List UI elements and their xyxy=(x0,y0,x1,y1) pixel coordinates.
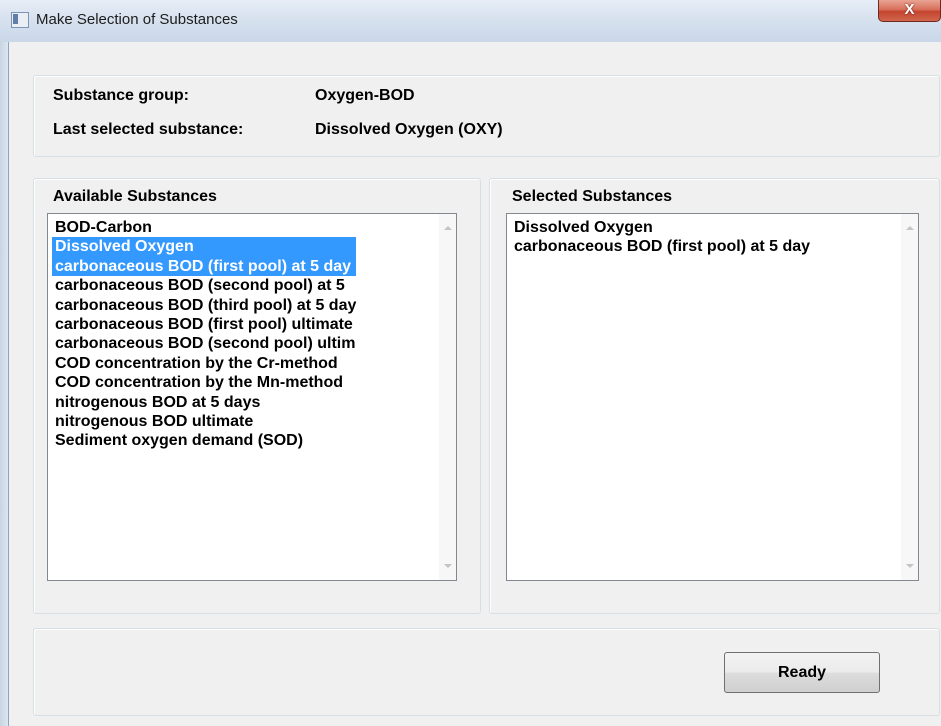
selected-items: Dissolved Oxygen carbonaceous BOD (first … xyxy=(511,218,810,257)
list-item[interactable]: carbonaceous BOD (second pool) ultim xyxy=(52,334,356,353)
list-item[interactable]: carbonaceous BOD (third pool) at 5 day xyxy=(52,296,356,315)
selected-substances-header: Selected Substances xyxy=(512,188,673,205)
ready-button[interactable]: Ready xyxy=(724,652,880,693)
list-item[interactable]: carbonaceous BOD (second pool) at 5 xyxy=(52,276,356,295)
list-item[interactable]: carbonaceous BOD (first pool) at 5 day xyxy=(511,237,810,256)
scroll-down-arrow-icon[interactable] xyxy=(906,564,914,568)
last-selected-value: Dissolved Oxygen (OXY) xyxy=(315,121,503,138)
action-group: Ready xyxy=(33,628,940,716)
substance-group-value: Oxygen-BOD xyxy=(315,87,415,104)
available-substances-group: Available Substances BOD-Carbon Dissolved… xyxy=(33,178,481,614)
available-substances-list[interactable]: BOD-Carbon Dissolved Oxygen carbonaceous B… xyxy=(47,213,457,581)
available-list-scrollbar[interactable] xyxy=(439,214,456,580)
list-item[interactable]: BOD-Carbon xyxy=(52,218,356,237)
dialog-client-area: Substance group: Oxygen-BOD Last selecte… xyxy=(9,42,941,726)
window-left-frame xyxy=(0,0,9,726)
close-icon: X xyxy=(904,1,915,18)
close-button[interactable]: X xyxy=(878,0,941,22)
available-items: BOD-Carbon Dissolved Oxygen carbonaceous B… xyxy=(52,218,357,451)
list-item[interactable]: carbonaceous BOD (first pool) ultimate xyxy=(52,315,356,334)
list-item[interactable]: nitrogenous BOD at 5 days xyxy=(52,393,356,412)
list-item[interactable]: Dissolved Oxygen xyxy=(511,218,810,237)
substance-group-label: Substance group: xyxy=(53,87,190,104)
info-group: Substance group: Oxygen-BOD Last selecte… xyxy=(33,75,940,157)
last-selected-label: Last selected substance: xyxy=(53,121,244,138)
app-window-icon[interactable] xyxy=(11,12,29,28)
list-item[interactable]: nitrogenous BOD ultimate xyxy=(52,412,356,431)
available-substances-header: Available Substances xyxy=(53,188,217,205)
list-item[interactable]: carbonaceous BOD (first pool) at 5 day xyxy=(52,256,357,277)
list-item[interactable]: COD concentration by the Cr-method xyxy=(52,354,356,373)
title-bar[interactable]: Make Selection of Substances X xyxy=(0,0,941,42)
list-item[interactable]: Dissolved Oxygen xyxy=(52,237,357,257)
selected-list-scrollbar[interactable] xyxy=(901,214,918,580)
selected-substances-group: Selected Substances Dissolved Oxygen carb… xyxy=(489,178,940,614)
scroll-up-arrow-icon[interactable] xyxy=(444,226,452,230)
selected-substances-list[interactable]: Dissolved Oxygen carbonaceous BOD (first … xyxy=(506,213,919,581)
list-item[interactable]: Sediment oxygen demand (SOD) xyxy=(52,431,356,450)
window-title: Make Selection of Substances xyxy=(36,11,238,28)
scroll-down-arrow-icon[interactable] xyxy=(444,564,452,568)
scroll-up-arrow-icon[interactable] xyxy=(906,226,914,230)
list-item[interactable]: COD concentration by the Mn-method xyxy=(52,373,356,392)
